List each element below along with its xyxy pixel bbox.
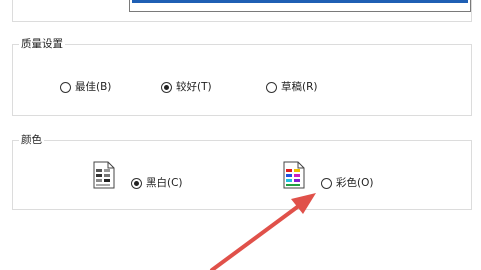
annotation-arrow-icon	[210, 193, 316, 270]
arrow-shaft	[210, 203, 302, 270]
